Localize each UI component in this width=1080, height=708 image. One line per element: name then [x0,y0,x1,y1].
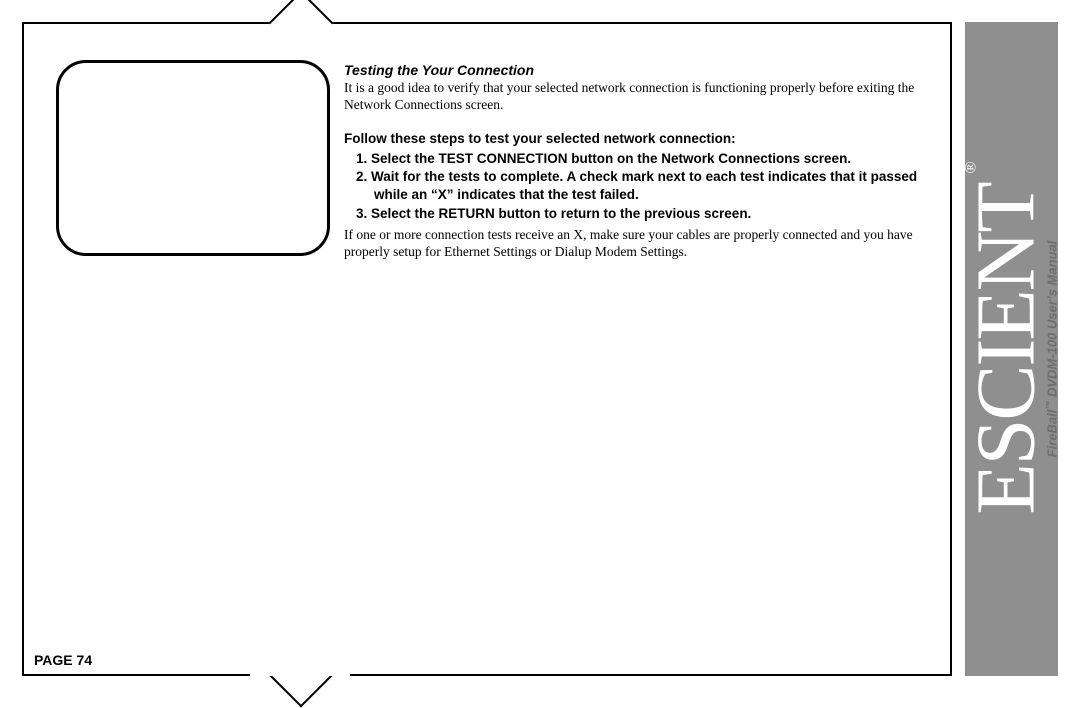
page-number: PAGE 74 [34,652,92,668]
frame-notch-bottom-mask [250,640,350,676]
steps-lead: Follow these steps to test your selected… [344,130,938,148]
step-item: Select the TEST CONNECTION button on the… [370,150,938,168]
brand-logo-text: ESCIENT® [965,183,1052,514]
sidebar-text-wrap: ESCIENT® FireBall™ DVDM-100 User’s Manua… [965,183,1058,514]
body-content: Testing the Your Connection It is a good… [344,62,938,261]
brand-name: ESCIENT [965,183,1052,514]
registered-icon: ® [965,163,979,173]
frame-notch-top-mask [250,26,350,56]
screenshot-placeholder [56,60,330,256]
steps-list: Select the TEST CONNECTION button on the… [344,150,938,223]
sidebar: ESCIENT® FireBall™ DVDM-100 User’s Manua… [965,22,1058,676]
step-item: Select the RETURN button to return to th… [370,205,938,223]
outro-paragraph: If one or more connection tests receive … [344,227,938,261]
section-title: Testing the Your Connection [344,62,938,78]
trademark-icon: ™ [1044,401,1054,410]
intro-paragraph: It is a good idea to verify that your se… [344,80,938,114]
step-item: Wait for the tests to complete. A check … [370,168,938,204]
manual-page: Testing the Your Connection It is a good… [0,0,1080,698]
